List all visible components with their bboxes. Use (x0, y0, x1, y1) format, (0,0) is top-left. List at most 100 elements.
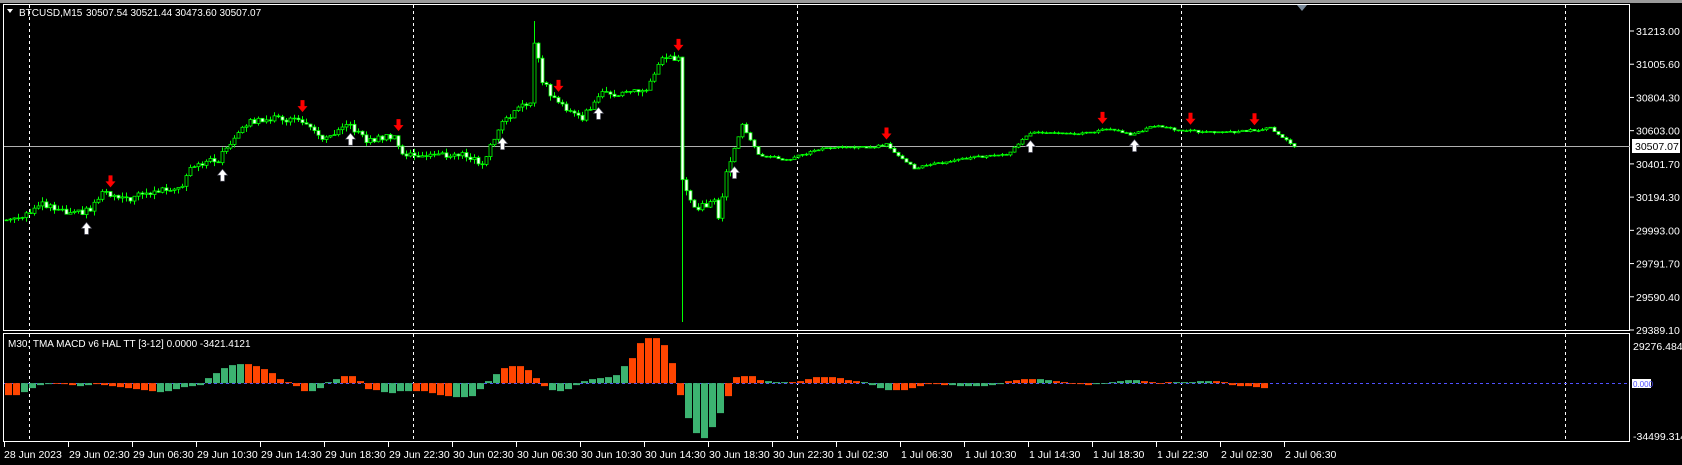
candle-body (1204, 131, 1209, 133)
candle-body (1068, 132, 1073, 135)
candle-body (1176, 129, 1181, 132)
macd-bar (1101, 383, 1108, 384)
macd-bar (597, 378, 604, 384)
macd-bar (181, 383, 188, 388)
macd-bar (757, 380, 764, 384)
price-tick-label: 31005.60 (1636, 59, 1680, 71)
trading-chart[interactable]: BTCUSD,M15 30507.54 30521.44 30473.60 30… (0, 0, 1682, 465)
price-tick-label: 30194.30 (1636, 192, 1680, 204)
candle-body (1272, 126, 1277, 132)
candle-body (836, 146, 841, 149)
candle-body (564, 103, 569, 112)
macd-bar (389, 383, 396, 394)
candle-body (516, 106, 521, 111)
candle-body (232, 137, 237, 145)
candle-body (916, 167, 921, 170)
candle-body (388, 134, 393, 140)
macd-bar (1037, 379, 1044, 384)
candle-body (1260, 129, 1265, 131)
macd-bar (1261, 383, 1268, 389)
candle-body (56, 208, 61, 211)
time-tick-label: 30 Jun 02:30 (453, 449, 514, 461)
candle-body (68, 212, 73, 215)
candle-body (1276, 131, 1281, 135)
candle-body (644, 89, 649, 92)
candle-body (392, 135, 397, 140)
macd-bar (853, 381, 860, 384)
macd-bar (133, 383, 140, 390)
macd-bar (261, 369, 268, 384)
macd-bar (13, 383, 20, 396)
macd-bar (765, 381, 772, 384)
candle-body (652, 73, 657, 82)
candle-body (1188, 129, 1193, 132)
candle-body (288, 117, 293, 123)
macd-bar (1205, 381, 1212, 384)
candle-body (296, 117, 301, 121)
macd-bar (509, 366, 516, 384)
macd-bar (1149, 382, 1156, 384)
macd-bar (725, 383, 732, 397)
candle-body (532, 42, 537, 104)
candle-body (1088, 131, 1093, 134)
macd-bar (837, 378, 844, 384)
candle-body (396, 135, 401, 147)
macd-bar (917, 383, 924, 387)
macd-bar (709, 383, 716, 428)
macd-bar (381, 383, 388, 393)
candle-body (380, 135, 385, 141)
candle-body (320, 134, 325, 140)
macd-bar (445, 383, 452, 397)
candle-body (912, 163, 917, 170)
time-tick-label: 30 Jun 14:30 (645, 449, 706, 461)
macd-bar (1085, 383, 1092, 386)
candle-body (1172, 127, 1177, 131)
macd-bar (501, 368, 508, 384)
macd-bar (677, 383, 684, 396)
candle-body (108, 191, 113, 197)
candle-body (1220, 131, 1225, 134)
candle-body (808, 151, 813, 155)
candle-body (772, 156, 777, 158)
candle-body (168, 190, 173, 192)
candle-body (540, 57, 545, 84)
candle-body (1072, 133, 1077, 135)
candle-body (236, 132, 241, 139)
macd-bar (581, 381, 588, 384)
candle-body (312, 126, 317, 132)
candle-body (708, 201, 713, 208)
candle-body (512, 110, 517, 119)
candle-body (212, 158, 217, 163)
candle-body (640, 90, 645, 93)
time-tick-label: 1 Jul 14:30 (1029, 449, 1081, 461)
time-tick-label: 1 Jul 02:30 (837, 449, 889, 461)
candle-body (900, 155, 905, 160)
candle-body (204, 160, 209, 166)
candle-body (1052, 132, 1057, 134)
candle-body (592, 101, 597, 110)
candle-body (400, 145, 405, 155)
candle-body (1232, 130, 1237, 134)
candle-body (1108, 128, 1113, 131)
candle-body (596, 96, 601, 103)
candle-body (700, 203, 705, 211)
candle-body (840, 146, 845, 148)
macd-bar (141, 383, 148, 391)
candle-body (952, 159, 957, 162)
macd-bar (997, 383, 1004, 385)
candle-body (4, 219, 9, 222)
candle-body (656, 64, 661, 75)
candle-body (88, 207, 93, 212)
macd-bar (813, 377, 820, 384)
price-tick-label: 31213.00 (1636, 26, 1680, 38)
candle-body (172, 188, 177, 191)
macd-bar (1021, 379, 1028, 384)
candle-body (980, 155, 985, 158)
macd-bar (1133, 380, 1140, 384)
candle-body (956, 158, 961, 161)
candle-body (1040, 131, 1045, 134)
candle-body (1148, 126, 1153, 129)
candle-body (696, 206, 701, 211)
candle-body (780, 158, 785, 161)
macd-bar (477, 383, 484, 390)
